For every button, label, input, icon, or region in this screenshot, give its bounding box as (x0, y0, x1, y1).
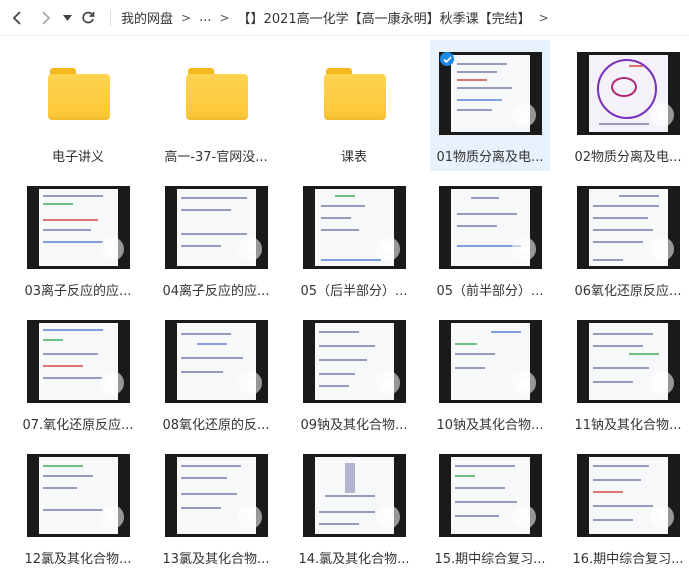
video-thumbnail (303, 186, 406, 269)
video-thumbnail (165, 320, 268, 403)
play-icon (650, 505, 674, 529)
file-name: 09钠及其化合物... (300, 418, 408, 433)
file-name: 01物质分离及电... (436, 150, 544, 165)
folder-thumb (165, 52, 268, 135)
back-button[interactable] (0, 0, 34, 36)
folder-thumb (303, 52, 406, 135)
folder-icon (47, 67, 110, 120)
video-tile[interactable]: 03离子反应的应... (18, 178, 138, 306)
video-thumbnail (439, 186, 542, 269)
breadcrumb-separator: > (538, 10, 549, 25)
video-tile-selected[interactable]: 01物质分离及电... (430, 40, 550, 171)
file-name: 15.期中综合复习... (434, 552, 546, 567)
file-name: 高一-37-官网没... (164, 150, 268, 165)
history-dropdown-button[interactable] (58, 0, 76, 36)
video-thumbnail (577, 186, 680, 269)
play-icon (100, 237, 124, 261)
play-icon (512, 371, 536, 395)
file-name: 13氯及其化合物... (162, 552, 270, 567)
video-thumbnail (577, 52, 680, 135)
file-name: 05（后半部分）... (300, 284, 408, 299)
play-icon (100, 505, 124, 529)
folder-icon (323, 67, 386, 120)
video-tile[interactable]: 07.氧化还原反应... (18, 312, 138, 440)
video-thumbnail (165, 186, 268, 269)
file-name: 课表 (340, 150, 367, 165)
video-tile[interactable]: 11钠及其化合物... (568, 312, 688, 440)
video-tile[interactable]: 05（后半部分）... (294, 178, 414, 306)
forward-button[interactable] (34, 0, 58, 36)
video-thumbnail (439, 454, 542, 537)
file-name: 04离子反应的应... (162, 284, 270, 299)
breadcrumb-ellipsis[interactable]: ... (199, 10, 211, 25)
top-toolbar: 我的网盘 > ... > 【】2021高一化学【高一康永明】秋季课【完结】 > (0, 0, 689, 36)
video-thumbnail (303, 454, 406, 537)
folder-tile[interactable]: 电子讲义 (18, 44, 138, 172)
breadcrumb-separator: > (181, 10, 192, 25)
play-icon (650, 237, 674, 261)
refresh-icon (82, 11, 95, 23)
video-thumbnail (27, 320, 130, 403)
play-icon (238, 237, 262, 261)
file-name: 03离子反应的应... (24, 284, 132, 299)
toolbar-divider (110, 9, 111, 26)
video-thumbnail (439, 320, 542, 403)
video-thumbnail (577, 320, 680, 403)
play-icon (512, 505, 536, 529)
file-name: 06氧化还原反应... (574, 284, 682, 299)
play-icon (650, 103, 674, 127)
play-icon (100, 371, 124, 395)
chevron-left-icon (12, 10, 21, 25)
breadcrumb-current[interactable]: 【】2021高一化学【高一康永明】秋季课【完结】 (238, 8, 531, 27)
file-name: 12氯及其化合物... (24, 552, 132, 567)
video-tile[interactable]: 15.期中综合复习... (430, 446, 550, 574)
video-tile[interactable]: 06氧化还原反应... (568, 178, 688, 306)
folder-tile[interactable]: 课表 (294, 44, 414, 172)
video-thumbnail (439, 52, 542, 135)
video-tile[interactable]: 04离子反应的应... (156, 178, 276, 306)
video-tile[interactable]: 16.期中综合复习... (568, 446, 688, 574)
play-icon (650, 371, 674, 395)
folder-tile[interactable]: 高一-37-官网没... (156, 44, 276, 172)
folder-icon (185, 67, 248, 120)
checkmark-icon[interactable] (440, 52, 454, 66)
video-tile[interactable]: 13氯及其化合物... (156, 446, 276, 574)
video-tile[interactable]: 09钠及其化合物... (294, 312, 414, 440)
video-tile[interactable]: 02物质分离及电... (568, 44, 688, 172)
play-icon (512, 237, 536, 261)
file-name: 02物质分离及电... (574, 150, 682, 165)
file-name: 16.期中综合复习... (572, 552, 684, 567)
video-thumbnail (165, 454, 268, 537)
video-tile[interactable]: 10钠及其化合物... (430, 312, 550, 440)
video-thumbnail (27, 186, 130, 269)
file-name: 08氧化还原的反... (162, 418, 270, 433)
play-icon (512, 103, 536, 127)
folder-thumb (27, 52, 130, 135)
play-icon (376, 371, 400, 395)
play-icon (238, 371, 262, 395)
file-name: 07.氧化还原反应... (22, 418, 134, 433)
breadcrumb: 我的网盘 > ... > 【】2021高一化学【高一康永明】秋季课【完结】 > (121, 8, 557, 27)
video-thumbnail (27, 454, 130, 537)
caret-down-icon (62, 14, 72, 21)
breadcrumb-root[interactable]: 我的网盘 (121, 8, 173, 27)
play-icon (376, 237, 400, 261)
video-tile[interactable]: 12氯及其化合物... (18, 446, 138, 574)
file-name: 11钠及其化合物... (574, 418, 682, 433)
video-tile[interactable]: 08氧化还原的反... (156, 312, 276, 440)
chevron-right-icon (42, 10, 51, 25)
play-icon (238, 505, 262, 529)
file-name: 电子讲义 (51, 150, 104, 165)
refresh-button[interactable] (76, 0, 100, 36)
video-thumbnail (303, 320, 406, 403)
play-icon (376, 505, 400, 529)
video-tile[interactable]: 14.氯及其化合物... (294, 446, 414, 574)
video-tile[interactable]: 05（前半部分）... (430, 178, 550, 306)
breadcrumb-separator: > (219, 10, 230, 25)
file-name: 14.氯及其化合物... (298, 552, 410, 567)
video-thumbnail (577, 454, 680, 537)
file-name: 05（前半部分）... (436, 284, 544, 299)
file-name: 10钠及其化合物... (436, 418, 544, 433)
